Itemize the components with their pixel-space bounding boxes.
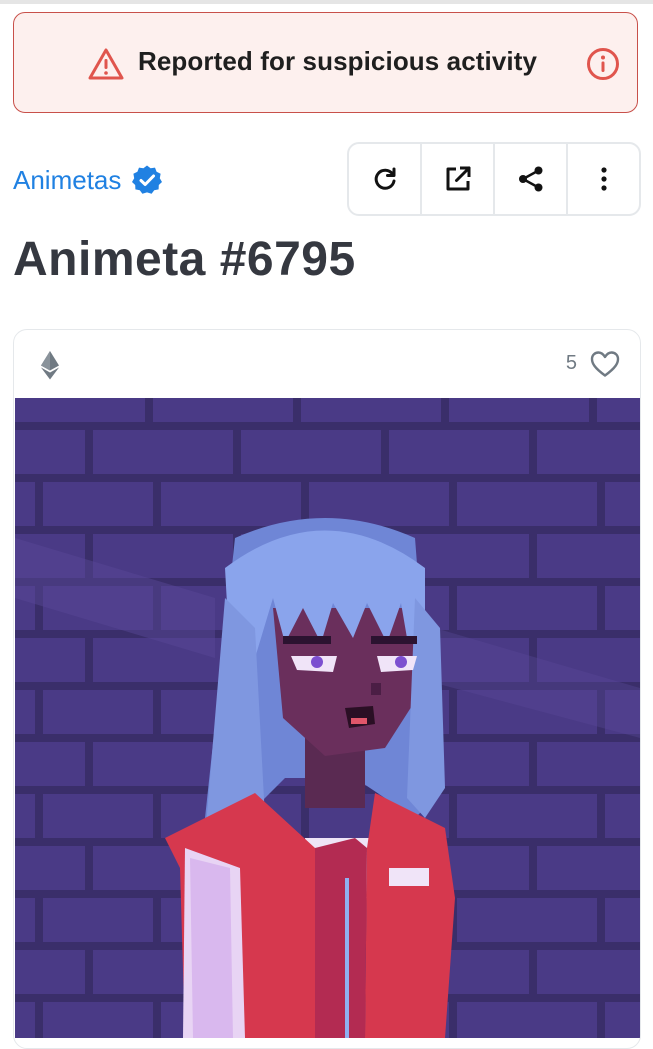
suspicious-activity-banner: Reported for suspicious activity bbox=[13, 12, 638, 113]
media-card-header: 5 bbox=[14, 330, 640, 398]
ethereum-icon bbox=[41, 351, 59, 380]
favorites-count: 5 bbox=[565, 352, 577, 374]
collection-link[interactable]: Animetas bbox=[13, 160, 163, 200]
item-title: Animeta #6795 bbox=[13, 233, 356, 286]
info-circle-icon[interactable] bbox=[586, 47, 620, 81]
verified-badge-icon bbox=[132, 165, 163, 194]
more-vertical-icon bbox=[600, 167, 607, 191]
nft-artwork-image[interactable] bbox=[15, 398, 640, 1038]
media-card: 5 bbox=[13, 329, 641, 1049]
share-icon bbox=[518, 166, 542, 192]
top-divider bbox=[0, 0, 653, 4]
banner-text: Reported for suspicious activity bbox=[138, 46, 538, 76]
warning-triangle-icon bbox=[88, 48, 124, 80]
refresh-icon bbox=[374, 167, 395, 190]
pixel-art-character-image bbox=[15, 398, 640, 1038]
collection-name[interactable]: Animetas bbox=[13, 165, 121, 196]
refresh-button[interactable] bbox=[349, 144, 422, 214]
item-action-group bbox=[347, 142, 641, 216]
share-button[interactable] bbox=[495, 144, 568, 214]
external-link-icon bbox=[446, 166, 470, 191]
heart-outline-icon[interactable] bbox=[590, 350, 620, 378]
more-options-button[interactable] bbox=[568, 144, 639, 214]
open-external-button[interactable] bbox=[422, 144, 495, 214]
